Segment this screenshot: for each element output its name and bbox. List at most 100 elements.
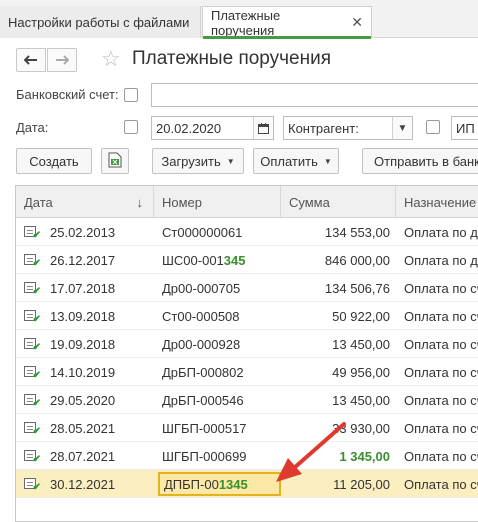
row-purpose: Оплата по сч [404, 448, 478, 464]
chevron-down-icon[interactable]: ▼ [392, 117, 412, 139]
tab-label: Настройки работы с файлами [8, 14, 190, 30]
send-label: Отправить в банк [374, 153, 478, 169]
row-number-highlight: 1345 [218, 476, 248, 492]
date-value: 20.02.2020 [156, 120, 222, 136]
posted-document-icon: ✔ [24, 477, 41, 493]
excel-doc-icon [108, 152, 122, 171]
row-date: 30.12.2021 [50, 476, 116, 492]
arrow-right-icon [55, 52, 70, 69]
row-number: Др00-000705 [162, 280, 241, 296]
create-button[interactable]: Создать [16, 148, 92, 174]
tab-strip: Настройки работы с файлами Платежные пор… [0, 0, 478, 39]
row-purpose: Оплата по д [404, 252, 478, 268]
load-button[interactable]: Загрузить ▼ [152, 148, 244, 174]
row-sum: 50 922,00 [332, 308, 390, 324]
posted-document-icon: ✔ [24, 365, 41, 381]
bank-account-field[interactable] [151, 83, 478, 107]
row-purpose: Оплата по д [404, 224, 478, 240]
ip-checkbox[interactable] [426, 120, 440, 134]
row-sum: 13 450,00 [332, 336, 390, 352]
column-label: Сумма [289, 194, 330, 210]
page-title: Платежные поручения [132, 48, 332, 69]
forward-button[interactable] [47, 48, 77, 72]
arrow-left-icon [23, 52, 38, 69]
column-header-date[interactable]: Дата ↓ [16, 186, 154, 218]
tab-file-settings[interactable]: Настройки работы с файлами [0, 6, 201, 38]
create-label: Создать [29, 153, 79, 169]
load-label: Загрузить [161, 153, 221, 169]
tab-label: Платежные поручения [211, 7, 281, 38]
table-row[interactable]: ✔ 17.07.2018 Др00-000705 134 506,76 Оплат… [16, 274, 478, 302]
table-row[interactable]: ✔ 14.10.2019 ДрБП-000802 49 956,00 Оплата… [16, 358, 478, 386]
posted-document-icon: ✔ [24, 309, 41, 325]
sort-desc-icon: ↓ [136, 194, 144, 210]
row-number: Др00-000928 [162, 336, 241, 352]
row-purpose: Оплата по сч [404, 364, 478, 380]
row-number: Ст000000061 [162, 224, 243, 240]
row-sum: 134 506,76 [324, 280, 390, 296]
column-label: Дата [24, 194, 53, 210]
payment-orders-table: Дата ↓ Номер Сумма Назначение ✔ 25.02.201… [15, 185, 478, 522]
posted-document-icon: ✔ [24, 337, 41, 353]
row-date: 25.02.2013 [50, 224, 116, 240]
pay-button[interactable]: Оплатить ▼ [253, 148, 339, 174]
row-sum: 846 000,00 [324, 252, 390, 268]
row-date: 19.09.2018 [50, 336, 116, 352]
table-row-selected[interactable]: ✔ 30.12.2021 ДПБП-00 1345 11 205,00 Оплата… [16, 470, 478, 498]
excel-button[interactable] [101, 148, 129, 174]
column-header-purpose[interactable]: Назначение [396, 186, 478, 218]
row-date: 28.07.2021 [50, 448, 116, 464]
counterparty-field[interactable]: Контрагент: ▼ [283, 116, 413, 140]
row-sum: 33 930,00 [332, 420, 390, 436]
posted-document-icon: ✔ [24, 449, 41, 465]
table-row[interactable]: ✔ 25.02.2013 Ст000000061 134 553,00 Оплат… [16, 218, 478, 246]
counterparty-value: Контрагент: [288, 120, 359, 136]
posted-document-icon: ✔ [24, 225, 41, 241]
send-to-bank-button[interactable]: Отправить в банк [362, 148, 478, 174]
table-row[interactable]: ✔ 13.09.2018 Ст00-000508 50 922,00 Оплата… [16, 302, 478, 330]
favorite-star-icon[interactable]: ☆ [101, 46, 121, 72]
table-row[interactable]: ✔ 28.07.2021 ШГБП-000699 1 345,00 Оплата … [16, 442, 478, 470]
table-row[interactable]: ✔ 29.05.2020 ДрБП-000546 13 450,00 Оплата… [16, 386, 478, 414]
date-field[interactable]: 20.02.2020 [151, 116, 274, 140]
date-label: Дата: [16, 120, 49, 135]
row-sum-highlight: 1 345,00 [339, 448, 390, 464]
posted-document-icon: ✔ [24, 421, 41, 437]
row-date: 29.05.2020 [50, 392, 116, 408]
ip-field[interactable]: ИП [451, 116, 478, 140]
bank-account-checkbox[interactable] [124, 88, 138, 102]
row-number-cell-focused[interactable]: ДПБП-00 1345 [158, 472, 281, 496]
row-sum: 13 450,00 [332, 392, 390, 408]
row-number-highlight: 345 [223, 252, 246, 268]
row-date: 17.07.2018 [50, 280, 116, 296]
row-purpose: Оплата по сч [404, 392, 478, 408]
tab-payment-orders[interactable]: Платежные поручения ✕ [202, 6, 372, 39]
row-purpose: Оплата по сч [404, 476, 478, 492]
row-sum: 49 956,00 [332, 364, 390, 380]
bank-account-label: Банковский счет: [16, 87, 119, 102]
column-header-number[interactable]: Номер [154, 186, 281, 218]
row-date: 14.10.2019 [50, 364, 116, 380]
row-date: 13.09.2018 [50, 308, 116, 324]
row-purpose: Оплата по сч [404, 280, 478, 296]
row-number: ШГБП-000699 [162, 448, 247, 464]
date-checkbox[interactable] [124, 120, 138, 134]
row-number: ДрБП-000546 [162, 392, 244, 408]
ip-value: ИП [456, 120, 475, 136]
posted-document-icon: ✔ [24, 253, 41, 269]
back-button[interactable] [16, 48, 46, 72]
calendar-icon[interactable] [253, 117, 273, 139]
close-icon[interactable]: ✕ [351, 14, 363, 31]
table-row[interactable]: ✔ 28.05.2021 ШГБП-000517 33 930,00 Оплата… [16, 414, 478, 442]
row-purpose: Оплата по сч [404, 420, 478, 436]
caret-down-icon: ▼ [226, 156, 235, 166]
row-purpose: Оплата по сч [404, 336, 478, 352]
table-header: Дата ↓ Номер Сумма Назначение [16, 186, 478, 218]
column-header-sum[interactable]: Сумма [281, 186, 396, 218]
row-sum: 134 553,00 [324, 224, 390, 240]
caret-down-icon: ▼ [323, 156, 332, 166]
row-sum: 11 205,00 [333, 476, 390, 492]
row-number: ШГБП-000517 [162, 420, 247, 436]
table-row[interactable]: ✔ 26.12.2017 ШС00-001 345 846 000,00 Оплат… [16, 246, 478, 274]
table-row[interactable]: ✔ 19.09.2018 Др00-000928 13 450,00 Оплата… [16, 330, 478, 358]
